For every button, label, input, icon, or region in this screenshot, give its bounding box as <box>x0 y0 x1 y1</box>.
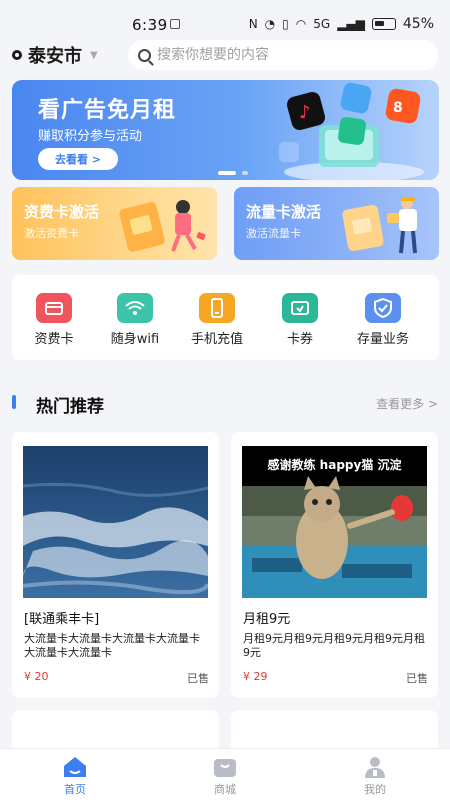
tab-label: 我的 <box>364 783 386 796</box>
tab-label: 首页 <box>64 783 86 796</box>
promo-card-title: 资费卡激活 <box>24 203 100 221</box>
wifi-icon <box>117 293 153 323</box>
sim-card-illustration <box>342 197 417 254</box>
service-label: 卡券 <box>286 332 313 347</box>
tab-profile[interactable]: 我的 <box>335 755 415 797</box>
service-existing-business[interactable]: 存量业务 <box>338 293 428 347</box>
signal-icon: ▂▄▆ <box>337 17 365 31</box>
product-name: [联通乘丰卡] <box>24 612 100 627</box>
banner-subtitle: 赚取积分参与活动 <box>38 129 143 144</box>
bottom-tab-bar: 首页 商城 我的 <box>0 748 450 800</box>
battery-percent: 45% <box>402 16 434 32</box>
product-card-partial[interactable] <box>12 710 219 750</box>
wifi-status-icon: ◠ <box>295 17 307 31</box>
product-card[interactable]: [联通乘丰卡] 大流量卡大流量卡大流量卡大流量卡大流量卡大流量卡 ¥ 20 已售 <box>12 432 219 698</box>
search-input[interactable] <box>157 47 417 63</box>
tab-mall[interactable]: 商城 <box>185 755 265 797</box>
product-price: ¥ 29 <box>243 670 268 683</box>
product-card-partial[interactable] <box>231 710 438 750</box>
product-card[interactable]: 感谢教练 happy猫 沉淀 月租9元 月租9元月租9元月租9元月租9元月租9元… <box>231 432 438 698</box>
product-image <box>23 446 208 598</box>
banner-pagination <box>218 171 248 175</box>
product-sold-label: 已售 <box>406 672 428 685</box>
section-title: 热门推荐 <box>36 397 104 417</box>
sim-card-illustration <box>119 200 206 252</box>
service-label: 手机充值 <box>190 332 243 347</box>
section-accent-bar <box>12 395 16 409</box>
banner-illustration: ♪ 8 <box>279 82 424 180</box>
sim-icon <box>170 19 180 29</box>
city-selector[interactable]: 泰安市 ▼ <box>12 42 98 68</box>
product-price: ¥ 20 <box>24 670 49 683</box>
network-label: 5G <box>313 17 331 31</box>
city-name: 泰安市 <box>28 46 82 67</box>
tab-home[interactable]: 首页 <box>35 755 115 797</box>
svg-text:8: 8 <box>393 100 403 116</box>
phone-icon <box>199 293 235 323</box>
service-label: 存量业务 <box>356 332 409 347</box>
product-image: 感谢教练 happy猫 沉淀 <box>242 446 427 598</box>
product-sold-label: 已售 <box>187 672 209 685</box>
pagination-dot <box>242 171 248 175</box>
search-icon <box>138 48 151 62</box>
product-name: 月租9元 <box>243 612 291 627</box>
nfc-icon: N <box>248 17 258 31</box>
promo-card-subtitle: 激活流量卡 <box>246 227 301 240</box>
chevron-down-icon: ▼ <box>90 49 98 61</box>
home-icon <box>64 757 86 777</box>
tab-label: 商城 <box>214 783 236 796</box>
data-card-activation[interactable]: 流量卡激活 激活流量卡 <box>234 187 439 260</box>
location-pin-icon <box>12 50 22 60</box>
pagination-dot-active <box>218 171 236 175</box>
status-bar: 6:39 N ◔ ▯ ◠ 5G ▂▄▆ 45% <box>0 0 450 38</box>
promo-banner[interactable]: 看广告免月租 赚取积分参与活动 去看看 > ♪ 8 <box>12 80 439 180</box>
shopping-bag-icon <box>214 759 236 777</box>
banner-cta-button[interactable]: 去看看 > <box>38 148 118 170</box>
service-tariff-card[interactable]: 资费卡 <box>9 293 99 347</box>
battery-icon <box>371 18 396 30</box>
card-icon <box>36 293 72 323</box>
hot-recommend-header: 热门推荐 查看更多 > <box>0 390 450 417</box>
coupon-icon <box>282 293 318 323</box>
search-bar[interactable] <box>128 40 438 70</box>
promo-card-subtitle: 激活资费卡 <box>24 227 79 240</box>
product-description: 月租9元月租9元月租9元月租9元月租9元 <box>243 632 425 659</box>
status-icons: N ◔ ▯ ◠ 5G ▂▄▆ 45% <box>249 16 434 32</box>
user-icon <box>365 757 385 778</box>
see-more-link[interactable]: 查看更多 > <box>376 395 438 412</box>
service-label: 资费卡 <box>34 332 74 347</box>
service-portable-wifi[interactable]: 随身wifi <box>90 293 180 347</box>
service-grid: 资费卡 随身wifi 手机充值 卡券 存量业务 <box>12 275 439 360</box>
status-time: 6:39 <box>132 16 168 34</box>
image-caption: 感谢教练 happy猫 沉淀 <box>267 458 402 472</box>
service-coupons[interactable]: 卡券 <box>255 293 345 347</box>
vibrate-icon: ▯ <box>282 17 289 31</box>
service-label: 随身wifi <box>110 332 160 347</box>
promo-card-title: 流量卡激活 <box>246 203 322 221</box>
banner-title: 看广告免月租 <box>38 98 177 123</box>
top-bar: 泰安市 ▼ <box>0 38 450 72</box>
badge-icon <box>365 293 401 323</box>
product-description: 大流量卡大流量卡大流量卡大流量卡大流量卡大流量卡 <box>24 632 200 659</box>
svg-text:♪: ♪ <box>299 102 311 123</box>
tariff-card-activation[interactable]: 资费卡激活 激活资费卡 <box>12 187 217 260</box>
alarm-icon: ◔ <box>264 17 276 31</box>
service-phone-recharge[interactable]: 手机充值 <box>172 293 262 347</box>
